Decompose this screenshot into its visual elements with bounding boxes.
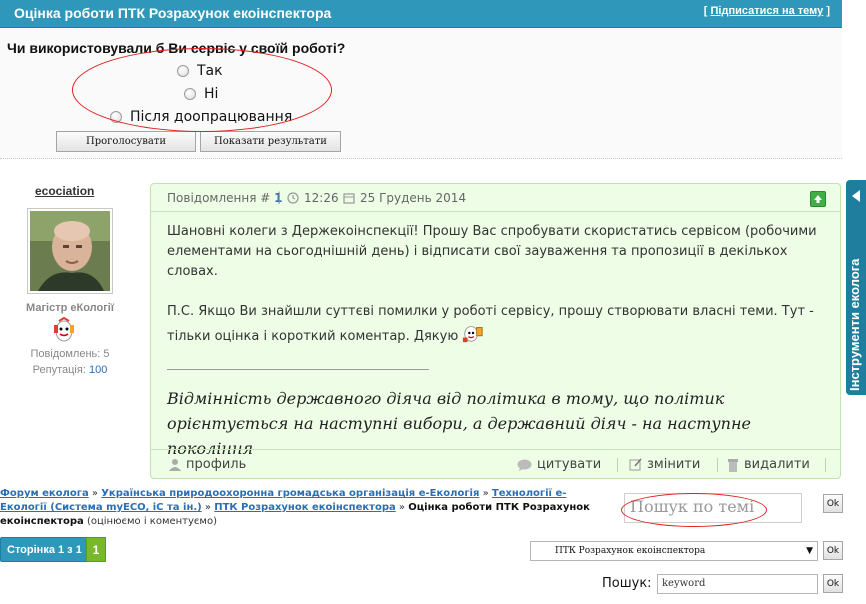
poll-option-label: Після доопрацювання	[130, 109, 293, 125]
arrow-up-icon	[814, 195, 822, 203]
topic-search-input[interactable]: Пошук по темі	[624, 493, 802, 523]
clock-icon	[287, 192, 299, 207]
poll-option-yes[interactable]: Так	[177, 63, 223, 79]
topic-header: Оцінка роботи ПТК Розрахунок екоінспекто…	[0, 0, 842, 28]
forum-jump-select[interactable]: ПТК Розрахунок екоінспектора ▼	[530, 541, 818, 561]
poll-option-label: Ні	[204, 86, 219, 102]
side-tab-label: Інструменти екологa	[847, 258, 862, 391]
post-number-label: Повідомлення # 1	[167, 191, 282, 205]
speech-bubble-icon	[517, 459, 532, 471]
poll-panel: Чи використовували б Ви сервіс у своїй р…	[0, 29, 842, 159]
posts-count: 5	[103, 348, 110, 360]
post-paragraph: Шановні колеги з Держекоінспекції! Прошу…	[167, 224, 817, 279]
search-ok-button[interactable]: Ok	[823, 574, 843, 593]
signature-divider	[167, 369, 429, 370]
post-paragraph: П.С. Якщо Ви знайшли суттєві помилки у р…	[167, 302, 823, 351]
quote-label: цитувати	[537, 457, 602, 472]
calendar-icon	[343, 192, 355, 207]
subscribe-wrapper: [ Підписатися на тему ]	[704, 5, 830, 17]
breadcrumb-link[interactable]: ПТК Розрахунок екоінспектора	[214, 502, 396, 513]
edit-button[interactable]: змінити	[629, 457, 700, 472]
footer-separator	[825, 458, 826, 472]
author-rank: Магістр еКології	[26, 302, 114, 314]
arrow-left-icon	[852, 190, 860, 202]
subscribe-link[interactable]: Підписатися на тему	[711, 5, 824, 17]
post: Повідомлення # 1 | 12:26 25 Грудень 2014…	[150, 183, 841, 479]
radio-button[interactable]	[110, 111, 122, 123]
poll-option-label: Так	[197, 63, 223, 79]
radio-button[interactable]	[177, 65, 189, 77]
forum-jump-value: ПТК Розрахунок екоінспектора	[555, 546, 706, 556]
post-footer: профиль цитувати змінити видалити	[151, 449, 840, 479]
show-results-button[interactable]: Показати результати	[200, 131, 341, 152]
reputation-value: 100	[88, 364, 108, 376]
author-reputation: Репутація: 100	[0, 364, 140, 376]
breadcrumb: Форум еколога » Українська природоохорон…	[0, 487, 610, 529]
breadcrumb-separator: »	[395, 502, 409, 513]
footer-separator	[617, 458, 618, 472]
topic-search-ok-button[interactable]: Ok	[823, 494, 843, 513]
search-label: Пошук:	[602, 576, 652, 591]
delete-button[interactable]: видалити	[727, 457, 810, 472]
profile-label: профиль	[186, 457, 247, 472]
breadcrumb-separator: »	[88, 488, 102, 499]
subscribe-bracket-open: [	[703, 5, 711, 17]
post-time: 12:26	[304, 191, 339, 205]
post-body: Шановні колеги з Держекоінспекції! Прошу…	[167, 222, 823, 371]
mascot-icon	[462, 322, 484, 351]
header-separator: |	[277, 190, 282, 204]
posts-label: Повідомлень:	[30, 348, 101, 360]
pagination-label[interactable]: Сторінка 1 з 1	[0, 537, 89, 562]
tools-side-tab[interactable]: Інструменти екологa	[846, 180, 866, 395]
subscribe-bracket-close: ]	[823, 5, 830, 17]
breadcrumb-link[interactable]: Форум еколога	[0, 488, 89, 499]
page-number-current[interactable]: 1	[86, 537, 106, 562]
profile-button[interactable]: профиль	[169, 457, 246, 472]
breadcrumb-link[interactable]: Українська природоохоронна громадська ор…	[101, 488, 479, 499]
post-paragraph-text: П.С. Якщо Ви знайшли суттєві помилки у р…	[167, 304, 814, 344]
breadcrumb-separator: »	[201, 502, 215, 513]
forum-jump-ok-button[interactable]: Ok	[823, 541, 843, 560]
breadcrumb-separator: »	[479, 488, 492, 499]
post-header: Повідомлення # 1 | 12:26 25 Грудень 2014	[151, 184, 840, 212]
quote-button[interactable]: цитувати	[517, 457, 601, 472]
keyword-search-input[interactable]: keyword	[657, 574, 818, 594]
vote-button[interactable]: Проголосувати	[56, 131, 196, 152]
footer-separator	[717, 458, 718, 472]
avatar	[27, 208, 113, 294]
author-name[interactable]: ecociation	[35, 184, 94, 198]
post-date: 25 Грудень 2014	[360, 191, 467, 205]
author-posts: Повідомлень: 5	[0, 348, 140, 360]
reputation-label: Репутація:	[32, 364, 86, 376]
trash-icon	[728, 458, 738, 472]
scroll-top-button[interactable]	[810, 191, 826, 207]
radio-button[interactable]	[184, 88, 196, 100]
rank-mascot-icon	[52, 316, 76, 347]
user-icon	[169, 459, 181, 471]
edit-icon	[629, 458, 642, 471]
topic-title: Оцінка роботи ПТК Розрахунок екоінспекто…	[14, 5, 332, 21]
poll-question: Чи використовували б Ви сервіс у своїй р…	[7, 40, 346, 56]
breadcrumb-suffix: (оцінюємо і коментуємо)	[83, 516, 217, 527]
delete-label: видалити	[744, 457, 810, 472]
poll-option-after-improvement[interactable]: Після доопрацювання	[110, 109, 292, 125]
poll-option-no[interactable]: Ні	[184, 86, 218, 102]
post-label-text: Повідомлення #	[167, 191, 271, 205]
edit-label: змінити	[647, 457, 701, 472]
chevron-down-icon: ▼	[806, 546, 813, 556]
